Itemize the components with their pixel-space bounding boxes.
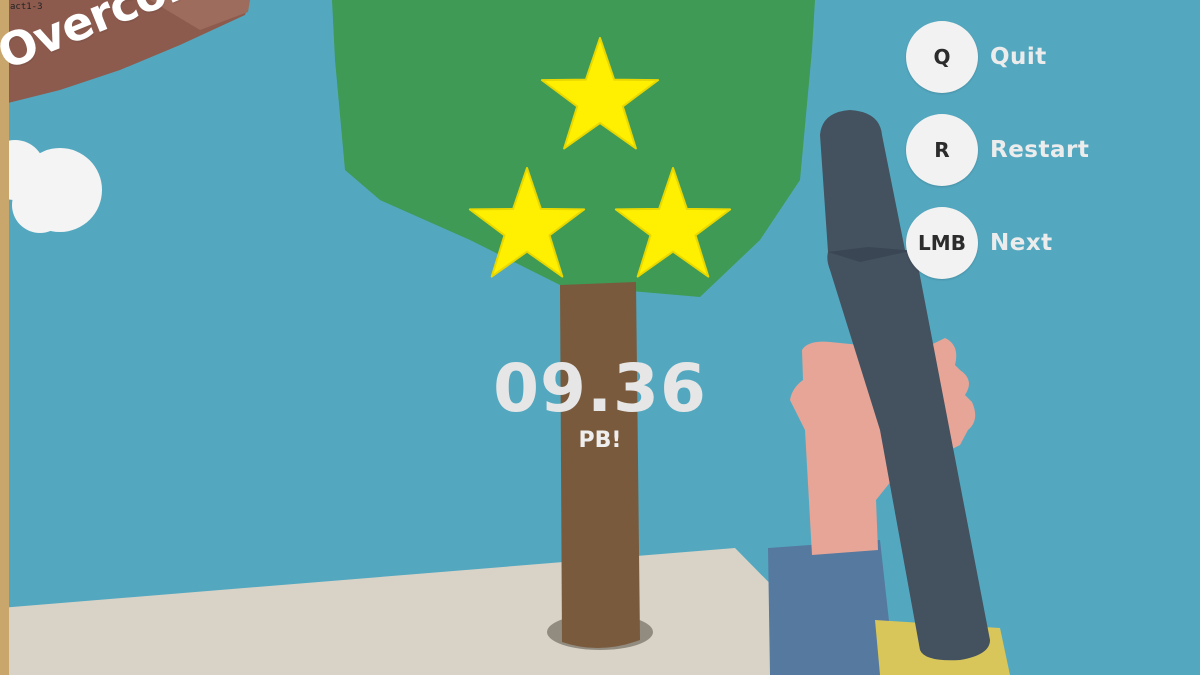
tree-foliage [332, 0, 815, 297]
personal-best-label: PB! [578, 428, 622, 453]
tree-trunk [560, 282, 640, 649]
cloud-shape [0, 140, 102, 233]
restart-label[interactable]: Restart [990, 137, 1089, 163]
next-control[interactable]: LMB Next [906, 207, 1053, 279]
key-r-badge[interactable]: R [906, 114, 978, 186]
world-backdrop [0, 0, 1010, 675]
quit-control[interactable]: Q Quit [906, 21, 1047, 93]
key-q-badge[interactable]: Q [906, 21, 978, 93]
next-label[interactable]: Next [990, 230, 1053, 256]
game-scene: act1-3 Overcome! 09.36 PB! Q Quit R Rest… [0, 0, 1200, 675]
player-sleeve [768, 540, 895, 675]
restart-control[interactable]: R Restart [906, 114, 1089, 186]
left-wall [0, 0, 9, 675]
quit-label[interactable]: Quit [990, 44, 1047, 70]
run-timer: 09.36 [493, 350, 707, 427]
key-lmb-badge[interactable]: LMB [906, 207, 978, 279]
ground-platform [0, 548, 860, 675]
